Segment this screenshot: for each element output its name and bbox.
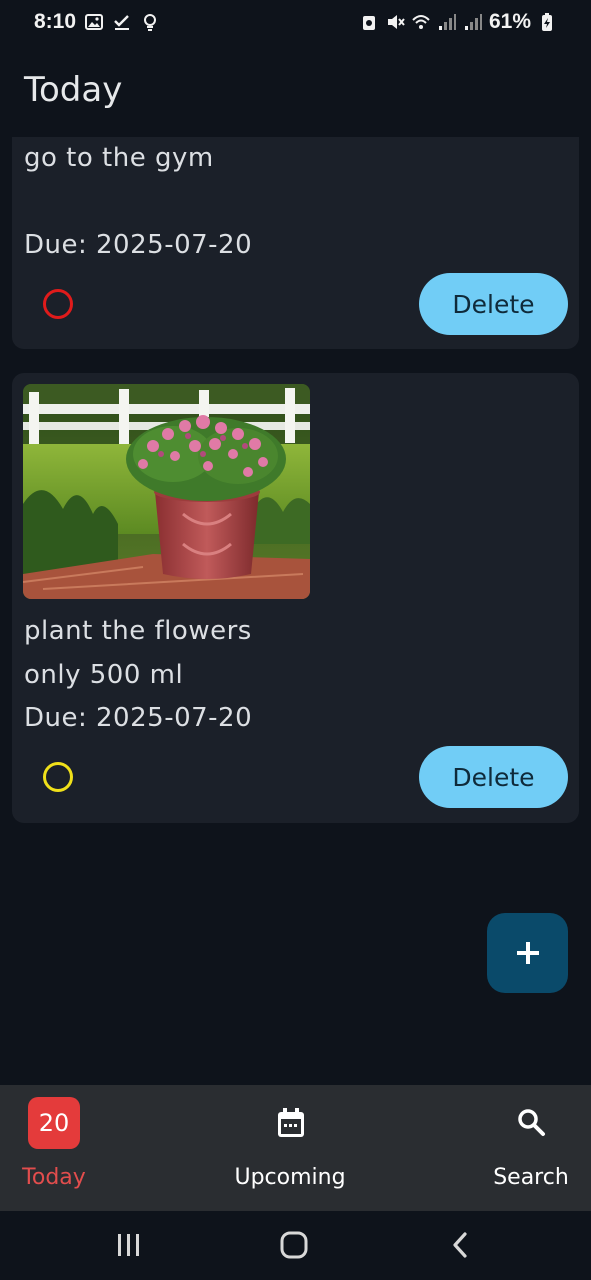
task-status-toggle[interactable] [43, 289, 73, 319]
battery-charging-icon [537, 12, 557, 32]
signal-icon [437, 12, 457, 32]
task-status-toggle[interactable] [43, 762, 73, 792]
task-due-date: Due: 2025-07-20 [24, 703, 253, 733]
home-icon[interactable] [280, 1231, 308, 1259]
flower-pot-photo [23, 384, 310, 599]
gallery-icon [84, 12, 104, 32]
task-check-icon [112, 12, 132, 32]
task-due-date: Due: 2025-07-20 [24, 230, 253, 260]
nav-tab-search[interactable]: Search [480, 1085, 580, 1211]
task-note: only 500 ml [24, 660, 184, 690]
wifi-icon [411, 12, 431, 32]
nav-tab-upcoming[interactable]: Upcoming [230, 1085, 350, 1211]
delete-button[interactable]: Delete [419, 273, 568, 335]
calendar-icon [278, 1108, 304, 1137]
delete-button[interactable]: Delete [419, 746, 568, 808]
add-task-button[interactable] [487, 913, 568, 993]
page-title: Today [24, 70, 123, 110]
battery-percent: 61% [488, 10, 531, 33]
lightbulb-icon [140, 12, 160, 32]
status-time: 8:10 [34, 10, 77, 33]
nav-label-today: Today [22, 1165, 86, 1190]
task-card[interactable]: plant the flowers only 500 ml Due: 2025-… [12, 373, 579, 823]
signal-icon [463, 12, 483, 32]
plus-icon [516, 942, 539, 964]
status-bar: 8:10 61% [0, 0, 591, 44]
recent-apps-icon[interactable] [116, 1233, 142, 1257]
back-icon[interactable] [450, 1231, 470, 1259]
date-badge: 20 [28, 1097, 80, 1149]
mute-icon [385, 12, 405, 32]
recycle-lock-icon [359, 12, 379, 32]
system-navigation-bar [0, 1211, 591, 1280]
task-image [23, 384, 310, 599]
task-title: plant the flowers [24, 616, 252, 646]
bottom-navigation: 20 Today Upcoming Search [0, 1085, 591, 1211]
task-card[interactable]: go to the gym Due: 2025-07-20 Delete [12, 137, 579, 349]
nav-label-upcoming: Upcoming [234, 1165, 346, 1190]
search-icon [518, 1109, 545, 1136]
nav-tab-today[interactable]: 20 Today [0, 1085, 108, 1211]
task-title: go to the gym [24, 143, 214, 173]
nav-label-search: Search [493, 1165, 569, 1190]
